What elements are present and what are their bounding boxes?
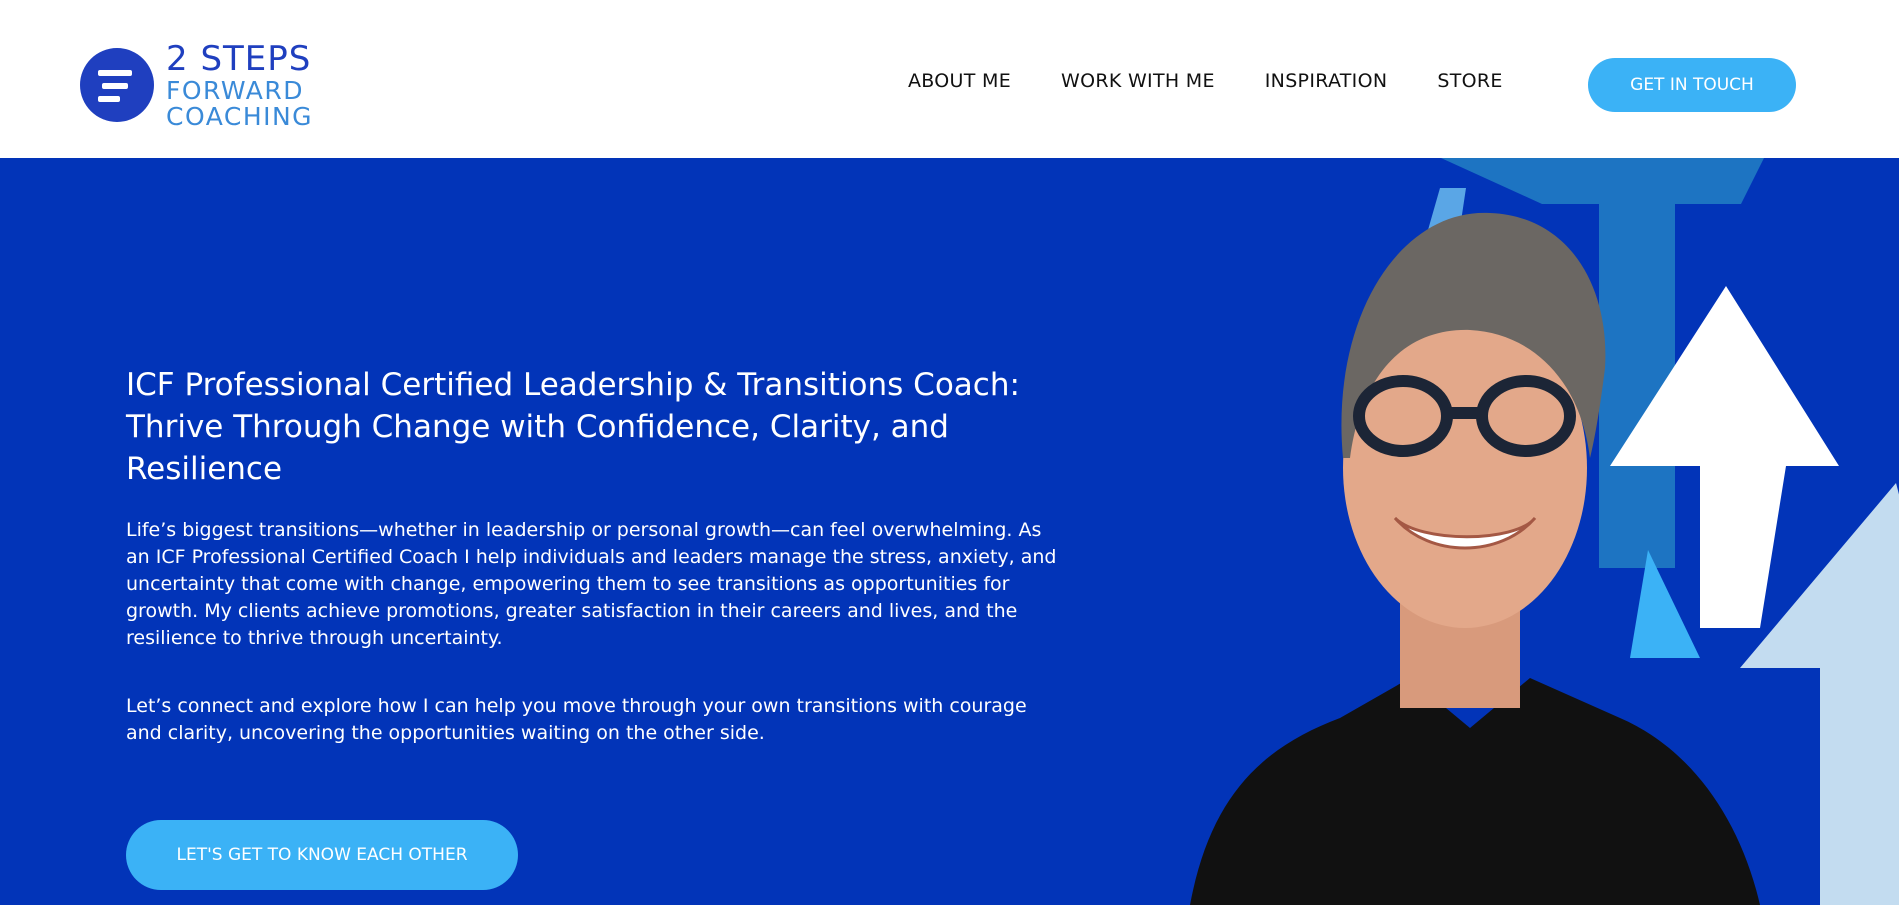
logo-text: 2 STEPS FORWARD COACHING: [166, 42, 313, 129]
hero-section: ICF Professional Certified Leadership & …: [0, 158, 1899, 905]
logo-line-1: 2 STEPS: [166, 38, 312, 79]
nav-item-store[interactable]: STORE: [1437, 70, 1502, 92]
logo-line-2: FORWARD: [166, 75, 304, 105]
hero-title: ICF Professional Certified Leadership & …: [126, 367, 1020, 487]
hero-portrait-image: [1190, 158, 1899, 905]
logo-line-3: COACHING: [166, 101, 314, 131]
brand-logo[interactable]: 2 STEPS FORWARD COACHING: [80, 42, 320, 129]
site-header: 2 STEPS FORWARD COACHING ABOUT ME WORK W…: [0, 0, 1899, 158]
nav-item-inspiration[interactable]: INSPIRATION: [1265, 70, 1388, 92]
hero-paragraph-1: Life’s biggest transitions—whether in le…: [126, 519, 1057, 649]
nav-item-about-me[interactable]: ABOUT ME: [908, 70, 1011, 92]
logo-mark-icon: [80, 48, 154, 122]
main-nav: ABOUT ME WORK WITH ME INSPIRATION STORE: [908, 70, 1503, 92]
nav-item-work-with-me[interactable]: WORK WITH ME: [1061, 70, 1215, 92]
hero-paragraph-2: Let’s connect and explore how I can help…: [126, 695, 1027, 744]
get-to-know-button[interactable]: LET'S GET TO KNOW EACH OTHER: [126, 820, 518, 890]
shirt-shape: [1190, 678, 1760, 905]
get-in-touch-button[interactable]: GET IN TOUCH: [1588, 58, 1796, 112]
